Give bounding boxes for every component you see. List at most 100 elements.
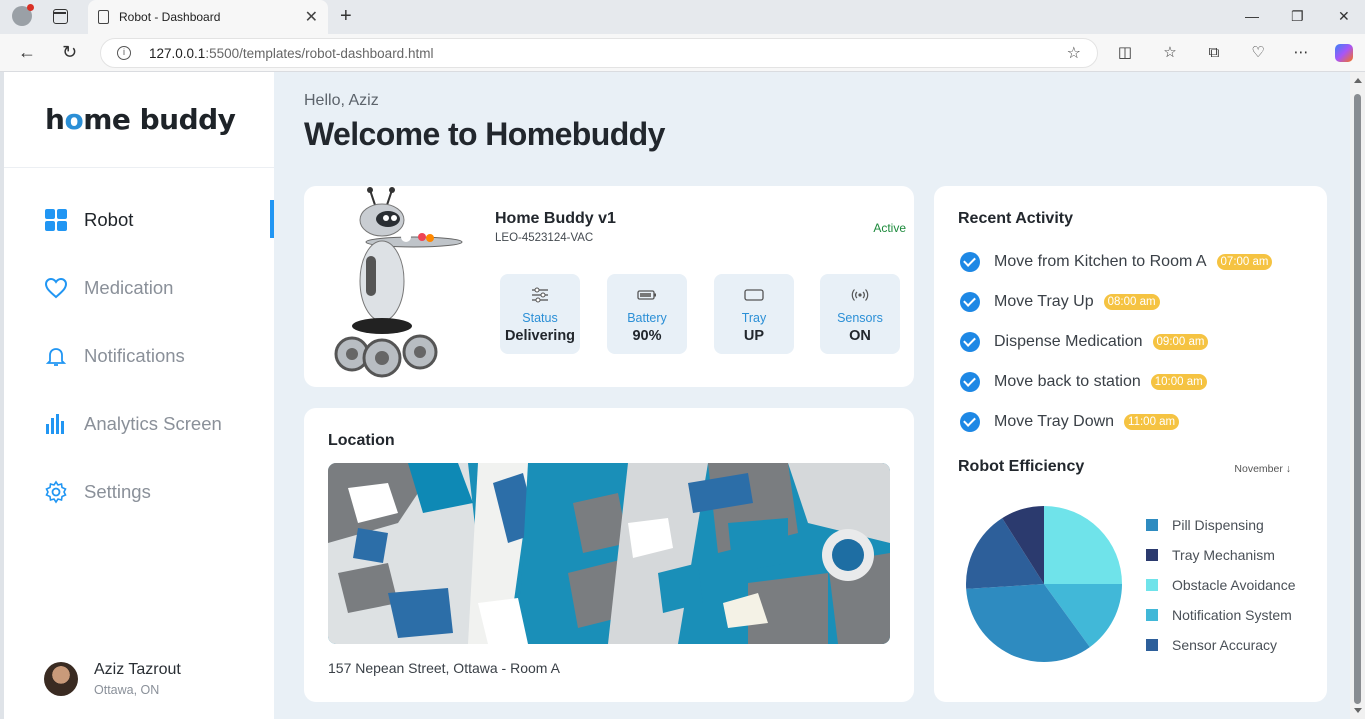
stat-label: Sensors [837, 311, 883, 325]
activity-time-badge: 08:00 am [1103, 294, 1160, 310]
activity-title: Recent Activity [958, 210, 1073, 227]
legend-item: Notification System [1146, 607, 1292, 623]
sidebar-item-label: Analytics Screen [84, 413, 222, 434]
activity-time-badge: 11:00 am [1124, 414, 1180, 430]
sidebar-item-medication[interactable]: Medication [4, 268, 274, 308]
sidebar-item-label: Settings [84, 481, 151, 502]
activity-item: Dispense Medication 09:00 am [960, 330, 1209, 354]
stat-label: Tray [741, 311, 767, 325]
url-host: 127.0.0.1 [149, 45, 206, 61]
robot-id: LEO-4523124-VAC [495, 232, 594, 244]
activity-text: Move back to station [994, 373, 1141, 390]
site-info-icon[interactable]: i [117, 46, 131, 60]
main-content: Hello, Aziz Welcome to Homebuddy Home Bu… [274, 72, 1350, 719]
user-location: Ottawa, ON [94, 683, 160, 697]
close-window-icon[interactable]: ✕ [1338, 8, 1350, 25]
more-icon[interactable]: ⋯ [1292, 44, 1310, 62]
minimize-icon[interactable]: — [1245, 8, 1259, 24]
page-scrollbar[interactable] [1350, 72, 1365, 719]
check-circle-icon [960, 372, 980, 392]
stat-status[interactable]: Status Delivering [500, 274, 580, 354]
activity-card: Recent Activity Move from Kitchen to Roo… [934, 186, 1327, 702]
restore-icon[interactable]: ❐ [1291, 8, 1304, 25]
legend-swatch [1146, 639, 1158, 651]
check-circle-icon [960, 332, 980, 352]
browser-tab-bar: Robot - Dashboard ✕ + — ❐ ✕ [0, 0, 1365, 34]
stat-label: Battery [627, 311, 667, 325]
new-tab-icon[interactable]: + [340, 5, 352, 28]
sidebar-item-analytics[interactable]: Analytics Screen [4, 404, 274, 444]
scroll-up-icon[interactable] [1354, 78, 1362, 83]
sidebar-item-settings[interactable]: Settings [4, 472, 274, 512]
collections-icon[interactable]: ⧉ [1205, 44, 1223, 62]
legend-label: Notification System [1172, 607, 1292, 623]
legend-item: Obstacle Avoidance [1146, 577, 1296, 593]
browser-essentials-icon[interactable]: ♡ [1249, 44, 1267, 62]
logo-text-end: me buddy [83, 103, 236, 136]
close-tab-icon[interactable]: ✕ [305, 7, 318, 27]
legend-swatch [1146, 549, 1158, 561]
activity-text: Dispense Medication [994, 333, 1143, 350]
user-profile[interactable]: Aziz Tazrout Ottawa, ON [44, 661, 181, 697]
legend-label: Obstacle Avoidance [1172, 577, 1296, 593]
logo-text-start: h [45, 103, 65, 136]
robot-name: Home Buddy v1 [495, 210, 616, 227]
pie-slice [1044, 506, 1122, 584]
sidebar-item-robot[interactable]: Robot [4, 200, 274, 240]
status-badge: Active [873, 221, 906, 235]
sidebar-item-label: Robot [84, 209, 134, 230]
check-circle-icon [960, 252, 980, 272]
bell-icon [45, 348, 67, 366]
greeting: Hello, Aziz [304, 92, 379, 109]
legend-item: Sensor Accuracy [1146, 637, 1277, 653]
tab-actions-icon[interactable] [53, 9, 68, 24]
robot-card: Home Buddy v1 LEO-4523124-VAC Active Sta… [304, 186, 914, 387]
stat-tray[interactable]: Tray UP [714, 274, 794, 354]
stat-label: Status [522, 311, 558, 325]
favorites-icon[interactable]: ☆ [1161, 44, 1179, 62]
stat-sensors[interactable]: Sensors ON [820, 274, 900, 354]
activity-item: Move Tray Down 11:00 am [960, 410, 1180, 434]
page-icon [98, 10, 109, 24]
url-field[interactable]: i 127.0.0.1:5500/templates/robot-dashboa… [100, 38, 1098, 68]
map[interactable] [328, 463, 890, 644]
activity-time-badge: 07:00 am [1216, 254, 1273, 270]
stat-value: Delivering [504, 328, 576, 344]
activity-item: Move from Kitchen to Room A 07:00 am [960, 250, 1273, 274]
user-name: Aziz Tazrout [94, 661, 181, 678]
sidebar-item-label: Medication [84, 277, 174, 298]
back-icon[interactable]: ← [18, 42, 36, 63]
grid-icon [45, 209, 67, 231]
check-circle-icon [960, 412, 980, 432]
logo: h o me buddy [4, 72, 274, 168]
efficiency-title: Robot Efficiency [958, 458, 1085, 475]
logo-house-o: o [64, 103, 84, 136]
tab-title: Robot - Dashboard [119, 10, 221, 24]
location-address: 157 Nepean Street, Ottawa - Room A [328, 660, 560, 676]
gear-icon [45, 480, 67, 504]
copilot-icon[interactable] [1335, 44, 1353, 62]
scroll-down-icon[interactable] [1354, 708, 1362, 713]
stat-value: 90% [632, 328, 662, 344]
legend-item: Tray Mechanism [1146, 547, 1275, 563]
page-title: Welcome to Homebuddy [304, 116, 665, 152]
month-dropdown[interactable]: November ↓ [1234, 463, 1291, 475]
legend-label: Sensor Accuracy [1172, 637, 1278, 653]
sliders-icon [532, 287, 548, 303]
favorite-star-icon[interactable]: ☆ [1067, 43, 1081, 63]
tray-icon [744, 289, 764, 301]
sidebar-item-notifications[interactable]: Notifications [4, 336, 274, 376]
split-screen-icon[interactable]: ◫ [1116, 44, 1134, 62]
legend-swatch [1146, 579, 1158, 591]
scroll-thumb[interactable] [1354, 94, 1361, 704]
reload-icon[interactable]: ↻ [62, 42, 77, 63]
app: h o me buddy Robot Medication Notification… [4, 72, 1350, 719]
activity-text: Move Tray Down [994, 413, 1115, 430]
legend-label: Pill Dispensing [1172, 517, 1264, 533]
heart-icon [44, 277, 68, 299]
profile-icon[interactable] [12, 4, 34, 26]
activity-time-badge: 10:00 am [1150, 374, 1207, 390]
browser-tab[interactable]: Robot - Dashboard ✕ [88, 0, 328, 34]
activity-item: Move Tray Up 08:00 am [960, 290, 1160, 314]
stat-battery[interactable]: Battery 90% [607, 274, 687, 354]
